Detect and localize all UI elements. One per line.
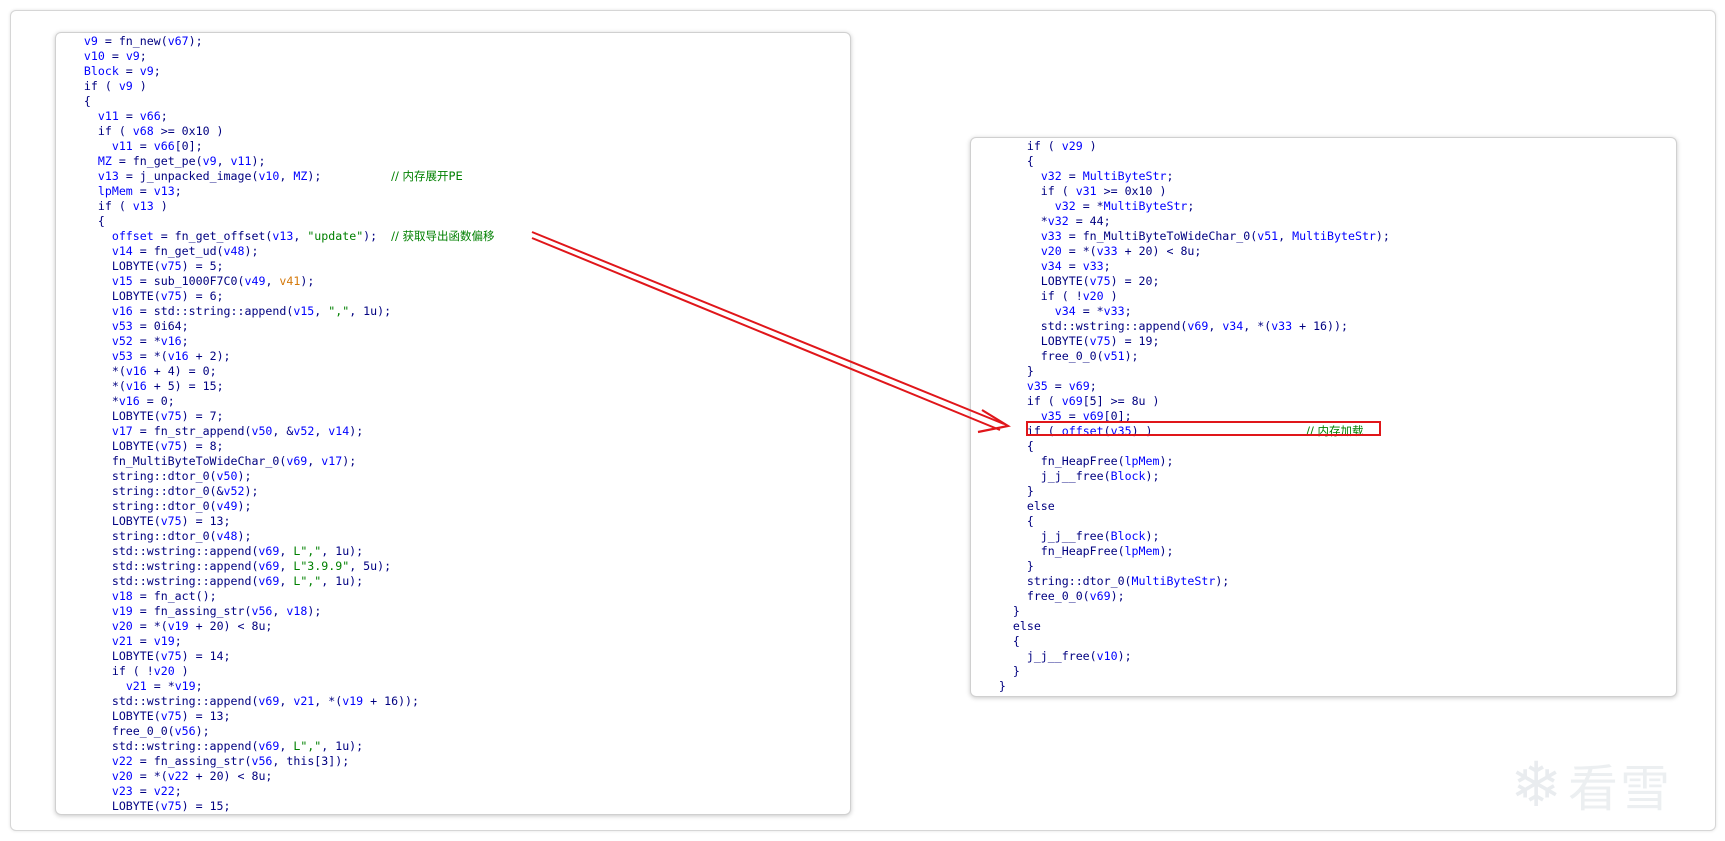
code-line: { <box>56 214 105 228</box>
code-line: v16 = std::string::append(v15, ",", 1u); <box>111 304 392 318</box>
code-line: string::dtor_0(&v52); <box>56 484 259 498</box>
watermark-text: 看雪 <box>1567 760 1672 818</box>
code-line: } <box>971 559 1034 573</box>
code-line: fn_HeapFree(lpMem); <box>971 544 1174 558</box>
code-line: fn_MultiByteToWideChar_0(v69, v17); <box>56 454 357 468</box>
code-line: if ( v68 >= 0x10 ) <box>56 124 224 138</box>
code-line: *v16 = 0; <box>56 394 175 408</box>
code-line: j_j__free(v10); <box>971 649 1132 663</box>
code-line: lpMem = v13; <box>97 184 182 198</box>
code-line: offset = fn_get_offset(v13, "update"); /… <box>111 229 495 243</box>
code-line: v22 = fn_assing_str(v56, this[3]); <box>111 754 350 768</box>
decompiled-code-panel-left[interactable]: v9 = fn_new(v67); v10 = v9; Block = v9; … <box>55 32 851 815</box>
code-line: v23 = v22; <box>111 784 182 798</box>
code-line: if ( v69[5] >= 8u ) <box>971 394 1160 408</box>
code-line: std::wstring::append(v69, L",", 1u); <box>56 544 364 558</box>
code-line: v35 = v69; <box>1026 379 1097 393</box>
code-line: v17 = fn_str_append(v50, &v52, v14); <box>111 424 364 438</box>
code-line: MZ = fn_get_pe(v9, v11); <box>97 154 266 168</box>
code-line: string::dtor_0(MultiByteStr); <box>971 574 1230 588</box>
code-line: v15 = sub_1000F7C0(v49, v41); <box>111 274 315 288</box>
code-line: if ( v13 ) <box>56 199 168 213</box>
code-line: j_j__free(Block); <box>971 529 1160 543</box>
code-line: } <box>971 364 1034 378</box>
code-line: LOBYTE(v75) = 20; <box>971 274 1160 288</box>
code-line: v20 = *(v22 + 20) < 8u; <box>111 769 273 783</box>
code-line: LOBYTE(v75) = 19; <box>971 334 1160 348</box>
code-line: std::wstring::append(v69, L",", 1u); <box>56 739 364 753</box>
code-line: v33 = fn_MultiByteToWideChar_0(v51, Mult… <box>1040 229 1390 243</box>
code-line: LOBYTE(v75) = 5; <box>56 259 224 273</box>
code-line: string::dtor_0(v48); <box>56 529 252 543</box>
code-line: { <box>971 514 1034 528</box>
code-line: LOBYTE(v75) = 7; <box>56 409 224 423</box>
code-listing: if ( v29 ) { v32 = MultiByteStr; if ( v3… <box>971 139 1390 694</box>
code-line: v19 = fn_assing_str(v56, v18); <box>111 604 322 618</box>
code-line: *(v16 + 5) = 15; <box>56 379 224 393</box>
code-line: free_0_0(v51); <box>971 349 1139 363</box>
code-line: } <box>971 484 1034 498</box>
code-line: else <box>971 619 1041 633</box>
code-line: v52 = *v16; <box>111 334 189 348</box>
code-line: v11 = v66[0]; <box>111 139 203 153</box>
code-line: v10 = v9; <box>83 49 147 63</box>
code-line: v18 = fn_act(); <box>111 589 217 603</box>
code-line: if ( v31 >= 0x10 ) <box>971 184 1167 198</box>
code-line: v53 = 0i64; <box>111 319 189 333</box>
code-line: j_j__free(Block); <box>971 469 1160 483</box>
code-line: v21 = v19; <box>111 634 182 648</box>
code-line: } <box>971 664 1020 678</box>
code-line: *(v16 + 4) = 0; <box>56 364 217 378</box>
code-line: v32 = *MultiByteStr; <box>1054 199 1195 213</box>
code-line: Block = v9; <box>83 64 161 78</box>
watermark: ❄ 看雪 <box>1510 745 1710 825</box>
code-line: if ( !v20 ) <box>56 664 189 678</box>
code-line: LOBYTE(v75) = 13; <box>56 709 231 723</box>
code-line: v21 = *v19; <box>125 679 203 693</box>
code-line: v14 = fn_get_ud(v48); <box>111 244 259 258</box>
code-line: { <box>971 154 1034 168</box>
code-line: if ( !v20 ) <box>971 289 1118 303</box>
decompiled-code-panel-right[interactable]: if ( v29 ) { v32 = MultiByteStr; if ( v3… <box>970 137 1677 697</box>
code-line: LOBYTE(v75) = 8; <box>56 439 224 453</box>
code-line: v9 = fn_new(v67); <box>83 34 203 48</box>
code-line: { <box>971 634 1020 648</box>
code-line: v20 = *(v33 + 20) < 8u; <box>1040 244 1202 258</box>
highlight-box <box>1026 421 1381 436</box>
code-line: free_0_0(v56); <box>56 724 210 738</box>
code-listing: v9 = fn_new(v67); v10 = v9; Block = v9; … <box>56 34 495 814</box>
code-line: fn_HeapFree(lpMem); <box>971 454 1174 468</box>
code-line: v11 = v66; <box>97 109 168 123</box>
code-line: free_0_0(v69); <box>971 589 1125 603</box>
code-line: string::dtor_0(v50); <box>56 469 252 483</box>
code-line: v34 = v33; <box>1040 259 1111 273</box>
code-line: LOBYTE(v75) = 14; <box>56 649 231 663</box>
code-line: } <box>971 679 1006 693</box>
code-line: string::dtor_0(v49); <box>56 499 252 513</box>
code-line: if ( v9 ) <box>56 79 147 93</box>
code-line: LOBYTE(v75) = 15; <box>56 799 231 813</box>
code-line: std::wstring::append(v69, L"3.9.9", 5u); <box>56 559 392 573</box>
code-line: } <box>971 604 1020 618</box>
code-line: v13 = j_unpacked_image(v10, MZ); // 内存展开… <box>97 169 463 183</box>
code-line: else <box>971 499 1055 513</box>
code-line: v32 = MultiByteStr; <box>1040 169 1174 183</box>
code-line: LOBYTE(v75) = 6; <box>56 289 224 303</box>
code-line: { <box>971 439 1034 453</box>
code-line: if ( v29 ) <box>971 139 1097 153</box>
code-line: v53 = *(v16 + 2); <box>111 349 231 363</box>
code-line: std::wstring::append(v69, v34, *(v33 + 1… <box>971 319 1348 333</box>
code-line: v34 = *v33; <box>1054 304 1132 318</box>
code-line: v20 = *(v19 + 20) < 8u; <box>111 619 273 633</box>
code-line: *v32 = 44; <box>971 214 1111 228</box>
code-line: std::wstring::append(v69, v21, *(v19 + 1… <box>56 694 420 708</box>
code-line: { <box>56 94 91 108</box>
snowflake-icon: ❄ <box>1510 748 1562 821</box>
code-line: LOBYTE(v75) = 13; <box>56 514 231 528</box>
code-line: std::wstring::append(v69, L",", 1u); <box>56 574 364 588</box>
